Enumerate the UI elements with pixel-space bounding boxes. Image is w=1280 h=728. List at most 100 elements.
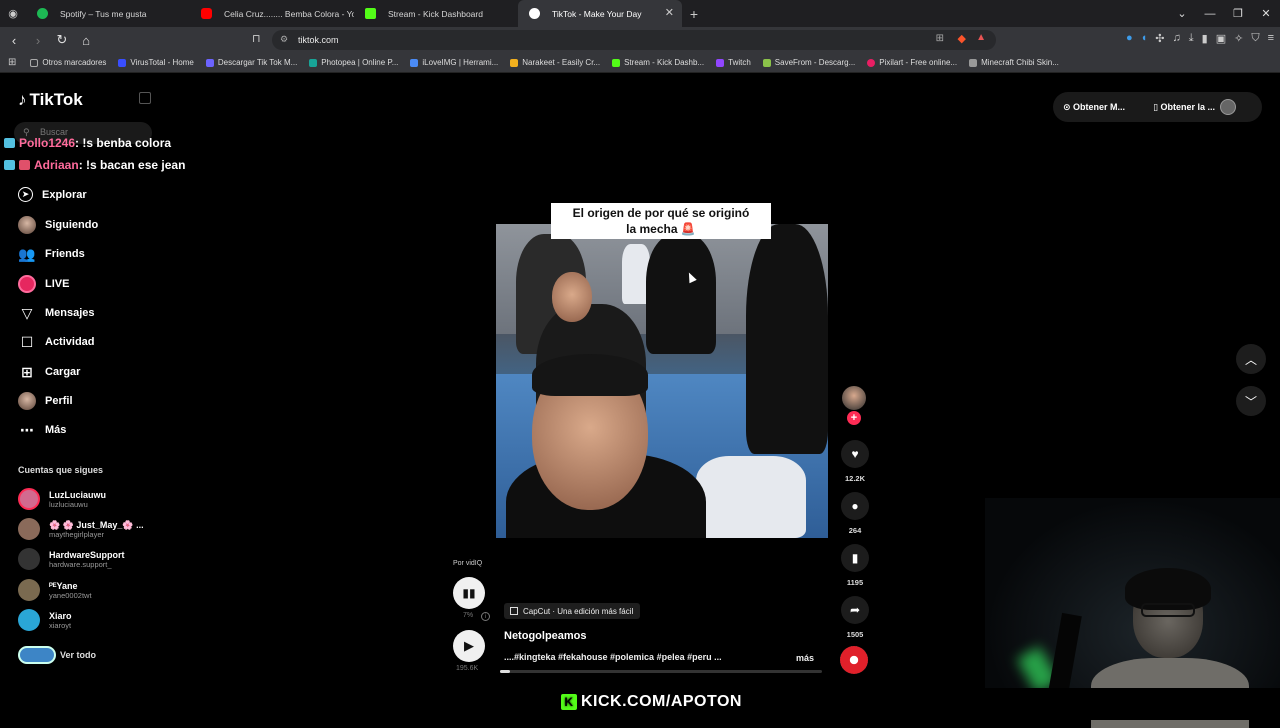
sidebar-item-live[interactable]: LIVE <box>18 275 69 293</box>
following-account[interactable]: LuzLuciauwu luzluciauwu <box>18 488 106 510</box>
bookmark-item[interactable]: SaveFrom - Descarg... <box>762 58 855 67</box>
save-action[interactable]: ▮ 1195 <box>839 544 871 587</box>
download-icon[interactable]: ⤓ <box>1189 32 1194 45</box>
tab-search-icon[interactable]: ◉ <box>0 7 26 20</box>
bookmark-item[interactable]: iLoveIMG | Herrami... <box>410 58 498 67</box>
tab-youtube[interactable]: Celia Cruz........ Bemba Colora - YouTu <box>190 0 354 27</box>
overlay-widget-icon <box>18 646 56 664</box>
audio-icon[interactable]: ◖ <box>1141 32 1148 45</box>
share-action[interactable]: ➦ 1505 <box>839 596 871 639</box>
see-all-link[interactable]: Ver todo <box>18 646 96 664</box>
toolbar-extensions: ● ◖ ✣ ♫ ⤓ ▮ ▣ ✧ ⛉ ≡ <box>1126 32 1274 45</box>
sidebar-item-mensajes[interactable]: ▽ Mensajes <box>18 304 95 322</box>
pixilart-icon <box>867 58 876 67</box>
follow-button[interactable]: + <box>847 411 861 425</box>
menu-icon[interactable]: ≡ <box>1268 32 1274 45</box>
following-account[interactable]: 🌸 🌸 Just_May_🌸 ... maythegirlplayer <box>18 518 144 540</box>
address-bar[interactable]: ⚙ tiktok.com ⊞ ◆ ▲ <box>272 30 996 50</box>
tab-spotify[interactable]: Spotify – Tus me gusta <box>26 0 190 27</box>
tab-list-button[interactable]: ⌄ <box>1168 7 1196 20</box>
following-account[interactable]: ᴾᴱYane yane0002twt <box>18 579 92 601</box>
site-info-icon[interactable]: ⚙ <box>280 34 288 45</box>
home-icon[interactable]: ⌂ <box>76 33 96 48</box>
bookmark-item[interactable]: Narakeet - Easily Cr... <box>510 58 600 67</box>
avatar <box>18 548 40 570</box>
sidebar-item-actividad[interactable]: ☐ Actividad <box>18 333 95 351</box>
extension-icon[interactable]: ● <box>1126 32 1133 45</box>
tab-kick[interactable]: Stream - Kick Dashboard <box>354 0 518 27</box>
brave-shield-icon[interactable]: ◆ <box>958 32 966 45</box>
creator-avatar[interactable] <box>842 386 866 410</box>
back-icon[interactable]: ‹ <box>4 33 24 48</box>
bookmark-item[interactable]: Photopea | Online P... <box>309 58 398 67</box>
bookmark-item[interactable]: Twitch <box>716 58 751 67</box>
comment-icon: ● <box>841 492 869 520</box>
get-app-bar: ⊙ Obtener M... ▯ Obtener la ... <box>1053 92 1262 122</box>
minimize-button[interactable]: — <box>1196 8 1224 20</box>
capcut-tag[interactable]: CapCut · Una edición más fácil <box>504 603 641 619</box>
sidebar-item-friends[interactable]: 👥 Friends <box>18 245 84 263</box>
following-account[interactable]: HardwareSupport hardware.support_ <box>18 548 125 570</box>
video-description: ....#kingteka #fekahouse #polemica #pele… <box>504 652 722 662</box>
bookmark-item[interactable]: Minecraft Chibi Skin... <box>969 58 1059 67</box>
music-icon[interactable]: ♫ <box>1173 32 1181 45</box>
play-button[interactable]: ▶ <box>453 630 485 662</box>
sidebar-item-siguiendo[interactable]: Siguiendo <box>18 216 98 234</box>
avatar-icon <box>18 216 36 234</box>
wallet-icon[interactable]: ▣ <box>1216 32 1226 45</box>
bookmark-item[interactable]: Pixilart - Free online... <box>867 58 957 67</box>
bookmark-item[interactable]: Stream - Kick Dashb... <box>612 58 704 67</box>
sidebar-icon[interactable]: ▮ <box>1202 32 1208 45</box>
close-tab-icon[interactable]: ✕ <box>665 6 674 19</box>
maximize-button[interactable]: ❐ <box>1224 7 1252 20</box>
apps-icon[interactable]: ⊞ <box>8 57 16 68</box>
bookmark-icon[interactable]: ⊓ <box>252 32 261 45</box>
close-window-button[interactable]: ✕ <box>1252 7 1280 20</box>
minecraft-icon <box>969 58 978 67</box>
forward-icon[interactable]: › <box>28 33 48 48</box>
tab-tiktok[interactable]: TikTok - Make Your Day ✕ <box>518 0 682 27</box>
webcam-glasses <box>1141 603 1195 617</box>
following-account[interactable]: Xiaro xiaroyt <box>18 609 72 631</box>
music-disc-icon[interactable] <box>840 646 868 674</box>
get-pc-app-button[interactable]: ▯ Obtener la ... <box>1153 102 1229 113</box>
more-button[interactable]: más <box>796 653 814 663</box>
chat-message: Adriaan: !s bacan ese jean <box>4 158 185 172</box>
bookmark-item[interactable]: VirusTotal - Home <box>118 58 194 67</box>
previous-video-button[interactable]: ︿ <box>1236 344 1266 374</box>
share-icon: ➦ <box>841 596 869 624</box>
video-progress-bar[interactable] <box>500 670 822 673</box>
chevron-down-icon: ﹀ <box>1244 394 1257 409</box>
vidiq-stats-button[interactable]: ▮▮ <box>453 577 485 609</box>
info-icon[interactable]: i <box>481 612 490 621</box>
collapse-sidebar-icon[interactable] <box>139 92 151 104</box>
user-avatar[interactable] <box>1220 99 1236 115</box>
reload-icon[interactable]: ↻ <box>52 32 72 48</box>
bookmark-item[interactable]: Descargar Tik Tok M... <box>205 58 297 67</box>
video-author[interactable]: Netogolpeamos <box>504 630 587 642</box>
puzzle-icon[interactable]: ✣ <box>1155 32 1164 45</box>
get-app-button[interactable]: ⊙ Obtener M... <box>1063 102 1139 113</box>
video-player[interactable] <box>496 224 828 538</box>
tiktok-logo[interactable]: ♪ TikTok <box>18 90 83 110</box>
more-icon: ⋯ <box>20 421 34 438</box>
vpn-icon[interactable]: ⛉ <box>1251 32 1259 45</box>
comment-action[interactable]: ● 264 <box>839 492 871 535</box>
sidebar-item-explorar[interactable]: ➤ Explorar <box>18 187 87 202</box>
video-chair <box>696 456 806 538</box>
next-video-button[interactable]: ﹀ <box>1236 386 1266 416</box>
sidebar-item-cargar[interactable]: ⊞ Cargar <box>18 363 80 381</box>
sidebar-item-mas[interactable]: ⋯ Más <box>18 421 66 439</box>
iloveimg-icon <box>410 58 419 67</box>
sidebar-item-perfil[interactable]: Perfil <box>18 392 73 410</box>
like-action[interactable]: ♥ 12.2K <box>839 440 871 483</box>
translate-icon[interactable]: ⊞ <box>936 33 944 44</box>
chat-badge-icon <box>4 160 15 170</box>
kick-icon <box>365 8 376 19</box>
kick-logo-icon: K <box>561 694 577 710</box>
play-icon: ▶ <box>464 638 474 653</box>
bookmark-item[interactable]: Otros marcadores <box>30 58 106 67</box>
leo-icon[interactable]: ✧ <box>1234 32 1243 45</box>
new-tab-button[interactable]: + <box>682 6 706 22</box>
brave-rewards-icon[interactable]: ▲ <box>976 32 986 43</box>
